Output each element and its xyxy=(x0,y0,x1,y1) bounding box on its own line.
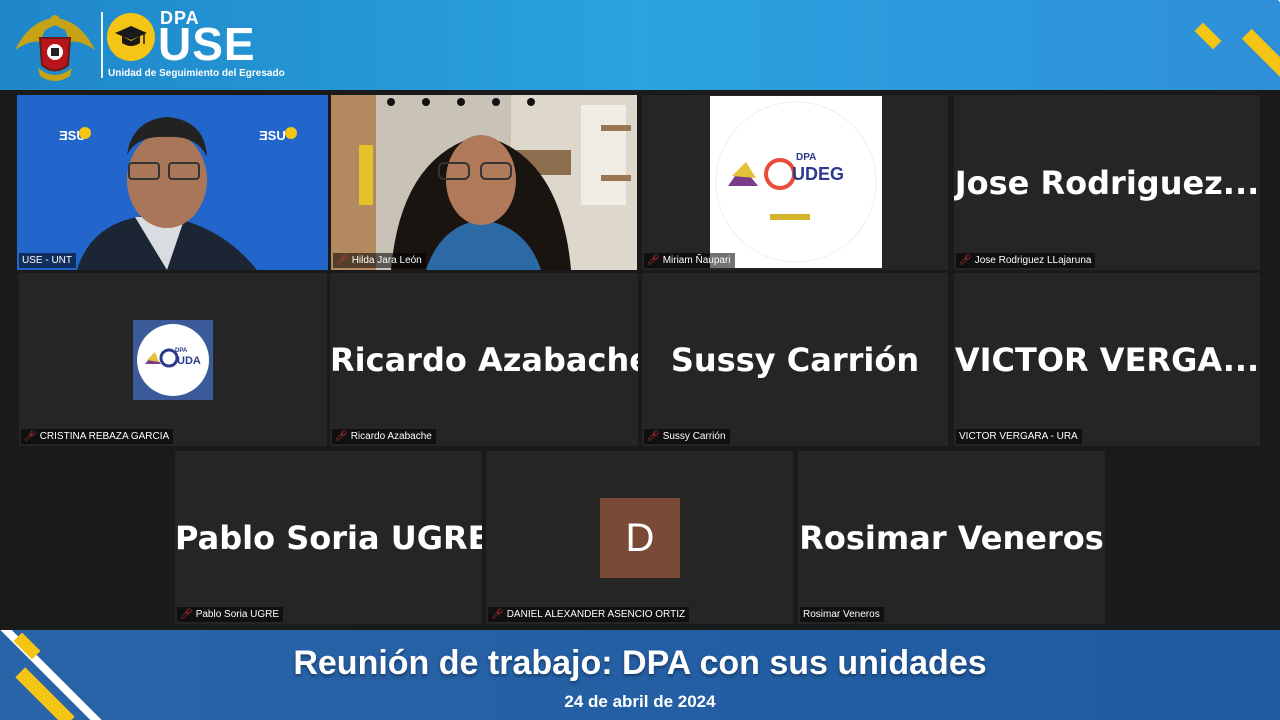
participant-name-label: 🎤︎ CRISTINA REBAZA GARCIA xyxy=(21,429,174,444)
participant-video xyxy=(331,95,637,270)
mic-muted-icon: 🎤︎ xyxy=(647,430,660,442)
svg-text:DPA: DPA xyxy=(796,152,816,163)
participant-name-label: 🎤︎ Jose Rodriguez LLajaruna xyxy=(956,253,1096,268)
participant-big-name: Rosimar Veneros xyxy=(799,518,1104,557)
participant-big-name: Pablo Soria UGRE xyxy=(175,518,482,557)
participant-name-label: 🎤︎ Ricardo Azabache xyxy=(332,429,436,444)
mic-muted-icon: 🎤︎ xyxy=(647,254,660,266)
participant-name-label: Rosimar Veneros xyxy=(800,607,884,622)
header-banner: DPA USE Unidad de Seguimiento del Egresa… xyxy=(0,0,1280,90)
participant-big-name: Ricardo Azabache xyxy=(330,340,638,379)
udeg-logo-card: DPA UDEG xyxy=(710,96,882,268)
avatar: D xyxy=(600,498,680,578)
video-tile-rosimar[interactable]: Rosimar Veneros Rosimar Veneros xyxy=(798,451,1105,624)
uda-logo-card: DPA UDA xyxy=(133,320,213,400)
mic-muted-icon: 🎤︎ xyxy=(335,430,348,442)
svg-text:UDA: UDA xyxy=(177,355,201,367)
participant-name-label: USE - UNT xyxy=(19,253,76,268)
logo-use-text: USE xyxy=(158,18,256,70)
mic-muted-icon: 🎤︎ xyxy=(336,254,349,266)
participant-big-name: VICTOR VERGA... xyxy=(954,340,1260,379)
mic-muted-icon: 🎤︎ xyxy=(24,430,37,442)
mic-muted-icon: 🎤︎ xyxy=(180,608,193,620)
participant-big-name: Jose Rodriguez... xyxy=(954,163,1260,202)
participant-name-label: 🎤︎ Pablo Soria UGRE xyxy=(177,607,284,622)
video-tile-ricardo[interactable]: Ricardo Azabache 🎤︎ Ricardo Azabache xyxy=(330,273,638,446)
header-divider xyxy=(101,12,103,78)
video-tile-sussy[interactable]: Sussy Carrión 🎤︎ Sussy Carrión xyxy=(642,273,948,446)
graduation-cap-icon xyxy=(107,13,155,61)
participant-name-label: 🎤︎ Miriam Ñaupari xyxy=(644,253,735,268)
participant-video: ƎSU ƎSU xyxy=(17,95,328,270)
meeting-date: 24 de abril de 2024 xyxy=(564,692,716,711)
participant-name-label: VICTOR VERGARA - URA xyxy=(956,429,1082,444)
mirrored-use-logo-right: ƎSU xyxy=(259,128,286,143)
participant-name-label: 🎤︎ Hilda Jara León xyxy=(333,253,426,268)
meeting-title: Reunión de trabajo: DPA con sus unidades xyxy=(293,644,987,682)
video-tile-use-unt[interactable]: ƎSU ƎSU USE - UNT xyxy=(17,95,328,270)
video-tile-jose[interactable]: Jose Rodriguez... 🎤︎ Jose Rodriguez LLaj… xyxy=(954,95,1260,270)
footer-banner: Reunión de trabajo: DPA con sus unidades… xyxy=(0,630,1280,720)
university-crest-icon xyxy=(15,15,95,81)
decorative-stripe xyxy=(1194,22,1222,50)
svg-text:UDEG: UDEG xyxy=(792,164,844,184)
logo-subtitle: Unidad de Seguimiento del Egresado xyxy=(108,68,285,79)
video-tile-daniel[interactable]: D 🎤︎ DANIEL ALEXANDER ASENCIO ORTIZ xyxy=(486,451,793,624)
svg-text:DPA: DPA xyxy=(175,348,188,354)
participant-name-label: 🎤︎ Sussy Carrión xyxy=(644,429,730,444)
decorative-stripe xyxy=(1241,28,1280,82)
mic-muted-icon: 🎤︎ xyxy=(959,254,972,266)
video-tile-pablo[interactable]: Pablo Soria UGRE 🎤︎ Pablo Soria UGRE xyxy=(175,451,482,624)
video-tile-miriam[interactable]: DPA UDEG 🎤︎ Miriam Ñaupari xyxy=(642,95,948,270)
mic-muted-icon: 🎤︎ xyxy=(491,608,504,620)
video-tile-hilda[interactable]: 🎤︎ Hilda Jara León xyxy=(331,95,637,270)
participant-big-name: Sussy Carrión xyxy=(670,340,920,379)
video-tile-victor[interactable]: VICTOR VERGA... VICTOR VERGARA - URA xyxy=(954,273,1260,446)
participant-name-label: 🎤︎ DANIEL ALEXANDER ASENCIO ORTIZ xyxy=(488,607,690,622)
video-tile-cristina[interactable]: DPA UDA 🎤︎ CRISTINA REBAZA GARCIA xyxy=(19,273,327,446)
